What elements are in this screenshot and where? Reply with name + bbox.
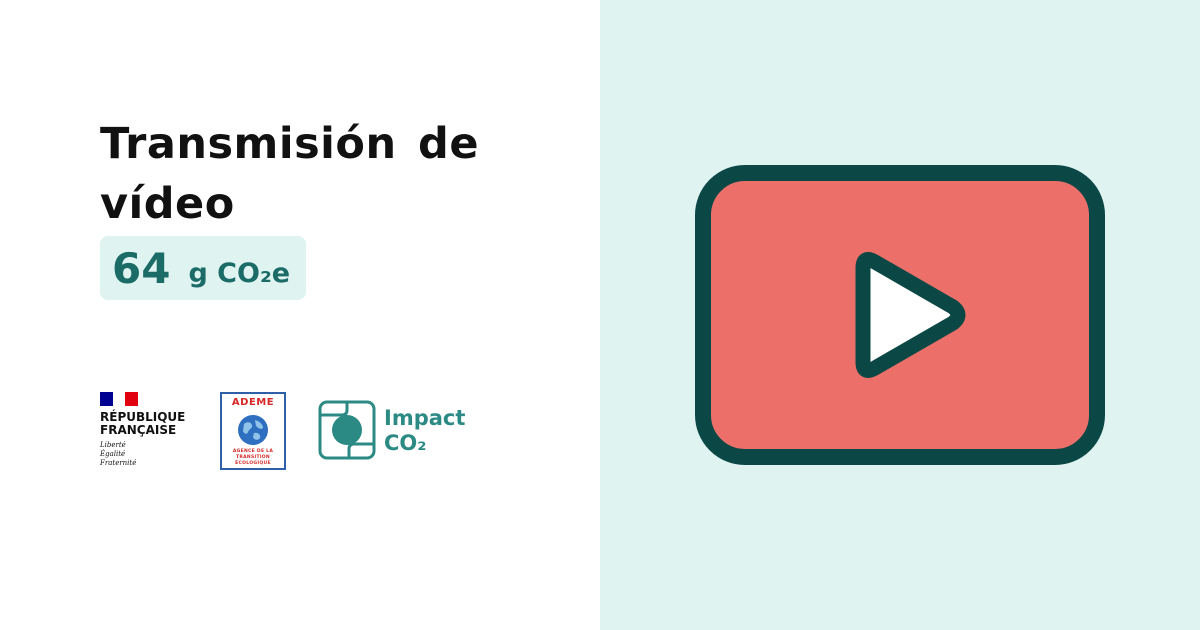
impact-co2-wordmark: Impact CO₂ — [384, 406, 465, 456]
republique-name: RÉPUBLIQUE FRANÇAISE — [100, 411, 185, 437]
co2-value: 64 — [112, 243, 171, 293]
share-card: Transmisión de vídeo 64 g CO₂e RÉPUBLIQU… — [0, 0, 1200, 630]
motto-egalite: Égalité — [100, 450, 126, 458]
ademe-subtitle: AGENCE DE LA TRANSITION ÉCOLOGIQUE — [222, 449, 284, 467]
co2-unit: g CO₂e — [188, 257, 291, 289]
page-title: Transmisión de vídeo — [100, 119, 479, 229]
co2-value-badge: 64 g CO₂e — [100, 236, 306, 300]
republique-francaise-logo: RÉPUBLIQUE FRANÇAISE Liberté Égalité Fra… — [100, 392, 200, 472]
republique-name-line2: FRANÇAISE — [100, 423, 177, 437]
motto-fraternite: Fraternité — [100, 459, 137, 467]
motto-liberte: Liberté — [100, 441, 126, 449]
ademe-subtitle-line3: ÉCOLOGIQUE — [235, 461, 271, 466]
impact-co2-line2: CO₂ — [384, 431, 427, 455]
ademe-name: ADEME — [231, 397, 275, 408]
french-flag-icon — [100, 392, 139, 406]
impact-co2-line1: Impact — [384, 406, 466, 430]
video-play-icon — [695, 165, 1105, 465]
left-panel: Transmisión de vídeo 64 g CO₂e RÉPUBLIQU… — [0, 0, 600, 630]
ademe-logo: ADEME AGENCE DE LA TRANSITION ÉCOLOGIQUE — [220, 392, 286, 470]
globe-icon — [238, 415, 268, 445]
impact-co2-icon — [318, 400, 376, 460]
impact-co2-logo: Impact CO₂ — [318, 400, 478, 464]
republique-motto: Liberté Égalité Fraternité — [100, 441, 136, 468]
